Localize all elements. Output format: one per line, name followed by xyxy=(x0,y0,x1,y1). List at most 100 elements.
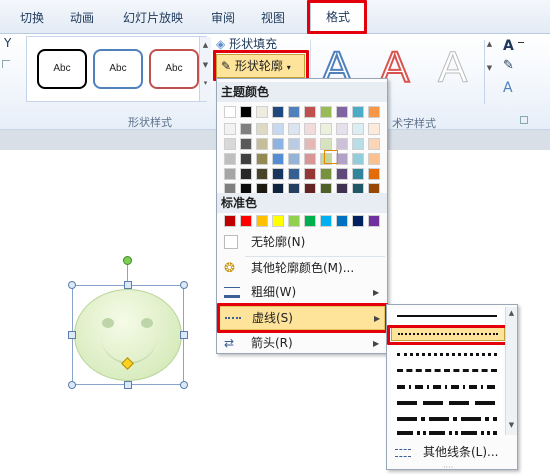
tab-transitions[interactable]: 切换 xyxy=(18,8,46,28)
theme-color-swatch[interactable] xyxy=(240,168,252,180)
style-thumb-blue[interactable]: Abc xyxy=(93,49,143,89)
theme-color-swatch[interactable] xyxy=(224,123,236,135)
theme-color-swatch[interactable] xyxy=(256,106,268,118)
theme-color-swatch[interactable] xyxy=(256,123,268,135)
theme-color-swatch[interactable] xyxy=(352,153,364,165)
theme-color-swatch[interactable] xyxy=(288,153,300,165)
theme-color-swatch[interactable] xyxy=(288,106,300,118)
dash-dot[interactable] xyxy=(397,385,497,389)
standard-color-swatch[interactable] xyxy=(288,215,300,227)
theme-color-swatch[interactable] xyxy=(304,153,316,165)
theme-color-swatch[interactable] xyxy=(288,138,300,150)
standard-color-swatch[interactable] xyxy=(336,215,348,227)
standard-color-swatch[interactable] xyxy=(240,215,252,227)
standard-color-swatch[interactable] xyxy=(368,215,380,227)
theme-color-swatch[interactable] xyxy=(368,138,380,150)
theme-color-swatch[interactable] xyxy=(368,153,380,165)
resize-handle[interactable] xyxy=(124,381,132,389)
theme-color-swatch[interactable] xyxy=(256,138,268,150)
theme-color-swatch[interactable] xyxy=(272,168,284,180)
shape-fill-label: 形状填充 xyxy=(229,37,278,51)
wordart-gallery-scroll[interactable]: ▲ ▼ xyxy=(484,40,494,104)
text-effects-icon[interactable]: A xyxy=(503,80,513,96)
theme-color-swatch[interactable] xyxy=(368,168,380,180)
resize-handle[interactable] xyxy=(124,281,132,289)
dash-long-dot-dot[interactable] xyxy=(397,431,497,435)
theme-color-swatch[interactable] xyxy=(352,106,364,118)
theme-color-swatch[interactable] xyxy=(304,168,316,180)
resize-handle[interactable] xyxy=(180,281,188,289)
gallery-scroll[interactable]: ▲ ▼ ▾ xyxy=(199,37,211,101)
theme-color-swatch[interactable] xyxy=(240,153,252,165)
dash-dash[interactable] xyxy=(397,369,497,372)
theme-color-swatch[interactable] xyxy=(224,138,236,150)
theme-color-swatch[interactable] xyxy=(272,138,284,150)
style-thumb-black[interactable]: Abc xyxy=(37,49,87,89)
theme-color-swatch[interactable] xyxy=(352,138,364,150)
theme-color-swatch[interactable] xyxy=(240,123,252,135)
theme-color-swatch[interactable] xyxy=(352,123,364,135)
theme-color-swatch[interactable] xyxy=(224,153,236,165)
theme-color-swatch[interactable] xyxy=(240,138,252,150)
text-fill-icon[interactable]: A xyxy=(503,38,514,54)
dash-long-dot[interactable] xyxy=(397,417,497,421)
rotate-handle[interactable] xyxy=(123,256,132,265)
tab-view[interactable]: 视图 xyxy=(258,8,288,28)
theme-color-swatch[interactable] xyxy=(368,106,380,118)
theme-color-swatch[interactable] xyxy=(352,168,364,180)
no-outline-item[interactable]: 无轮廓(N) xyxy=(217,231,387,254)
arrows-item[interactable]: ⇄ 箭头(R) ▶ xyxy=(217,332,387,355)
theme-color-swatch[interactable] xyxy=(256,153,268,165)
theme-color-swatch[interactable] xyxy=(272,153,284,165)
theme-color-swatch[interactable] xyxy=(320,123,332,135)
resize-handle[interactable] xyxy=(68,281,76,289)
theme-color-swatch[interactable] xyxy=(320,138,332,150)
theme-color-swatch[interactable] xyxy=(368,123,380,135)
dash-long[interactable] xyxy=(397,401,497,405)
standard-colors-header: 标准色 xyxy=(217,193,387,213)
theme-color-swatch[interactable] xyxy=(320,106,332,118)
dialog-launcher-icon[interactable] xyxy=(520,116,528,124)
theme-color-swatch[interactable] xyxy=(224,106,236,118)
theme-color-swatch[interactable] xyxy=(272,106,284,118)
theme-color-swatch[interactable] xyxy=(272,123,284,135)
standard-color-swatch[interactable] xyxy=(304,215,316,227)
theme-color-swatch[interactable] xyxy=(336,106,348,118)
theme-color-swatch[interactable] xyxy=(240,106,252,118)
dash-square-dot[interactable] xyxy=(397,353,497,356)
wordart-gray-icon[interactable]: A xyxy=(438,45,474,92)
standard-color-swatch[interactable] xyxy=(224,215,236,227)
resize-grip[interactable]: ···· xyxy=(443,463,453,472)
theme-color-swatch[interactable] xyxy=(256,168,268,180)
text-fill-dropdown-icon[interactable] xyxy=(518,42,524,48)
standard-color-swatch[interactable] xyxy=(320,215,332,227)
more-outline-colors-item[interactable]: ❂ 其他轮廓颜色(M)... xyxy=(217,257,387,280)
text-outline-icon[interactable]: ✎ xyxy=(503,58,514,73)
style-thumb-red[interactable]: Abc xyxy=(149,49,199,89)
standard-color-swatch[interactable] xyxy=(256,215,268,227)
resize-handle[interactable] xyxy=(68,331,76,339)
standard-color-swatch[interactable] xyxy=(272,215,284,227)
resize-handle[interactable] xyxy=(180,331,188,339)
resize-handle[interactable] xyxy=(180,381,188,389)
dash-list-scrollbar[interactable]: ▲ ▼ xyxy=(505,307,517,435)
theme-color-swatch[interactable] xyxy=(288,168,300,180)
tab-animations[interactable]: 动画 xyxy=(68,8,96,28)
theme-color-swatch[interactable] xyxy=(304,106,316,118)
theme-color-swatch[interactable] xyxy=(304,138,316,150)
more-lines-item[interactable]: 其他线条(L)... xyxy=(387,441,517,464)
tab-review[interactable]: 审阅 xyxy=(208,8,238,28)
theme-color-swatch[interactable] xyxy=(336,123,348,135)
weight-item[interactable]: 粗细(W) ▶ xyxy=(217,281,387,304)
theme-color-swatch[interactable] xyxy=(288,123,300,135)
theme-color-swatch[interactable] xyxy=(336,168,348,180)
theme-color-swatch[interactable] xyxy=(336,138,348,150)
dash-solid[interactable] xyxy=(397,315,497,317)
smiley-shape[interactable] xyxy=(68,256,188,389)
resize-handle[interactable] xyxy=(68,381,76,389)
theme-color-swatch[interactable] xyxy=(320,168,332,180)
theme-color-swatch[interactable] xyxy=(304,123,316,135)
standard-color-swatch[interactable] xyxy=(352,215,364,227)
tab-slideshow[interactable]: 幻灯片放映 xyxy=(118,8,188,28)
theme-color-swatch[interactable] xyxy=(224,168,236,180)
